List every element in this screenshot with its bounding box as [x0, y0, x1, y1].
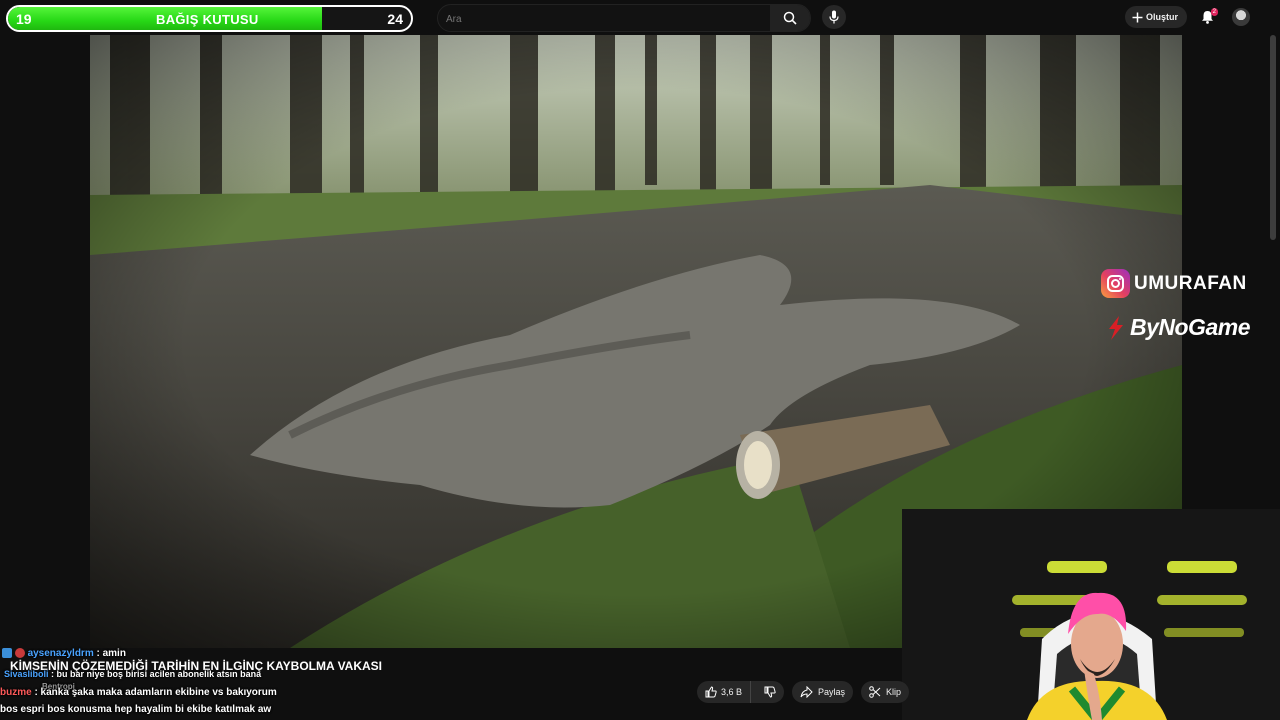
badge-icon [14, 648, 25, 659]
video-actions: 3,6 B Paylaş Klip [697, 681, 910, 703]
webcam-frame [902, 509, 1280, 720]
like-count: 3,6 B [721, 687, 743, 697]
create-button[interactable]: Oluştur [1125, 6, 1187, 28]
share-label: Paylaş [818, 687, 846, 697]
chat-username: aysenazyldrm [27, 648, 94, 659]
chat-text: : amin [96, 648, 126, 659]
donation-bar: 19 BAĞIŞ KUTUSU 24 [6, 5, 413, 32]
sponsor-name: ByNoGame [1130, 314, 1250, 340]
chat-message: Sivasliboli : bu bar niye boş birisi aci… [4, 669, 261, 679]
account-avatar[interactable] [1232, 8, 1250, 26]
create-label: Oluştur [1146, 12, 1179, 22]
streamer-webcam [902, 509, 1280, 720]
share-button[interactable]: Paylaş [792, 681, 854, 703]
instagram-overlay: UMURAFAN [1101, 269, 1247, 298]
chat-text: : bu bar niye boş birisi acilen abonelik… [51, 669, 262, 679]
notifications-button[interactable]: 2 [1196, 6, 1218, 28]
like-dislike-group: 3,6 B [697, 681, 785, 703]
search-icon [783, 11, 797, 25]
donation-current: 19 [16, 11, 32, 27]
share-icon [800, 686, 813, 698]
instagram-icon [1101, 269, 1130, 298]
sponsor-logo-icon [1109, 315, 1123, 340]
microphone-icon [829, 10, 839, 24]
clip-label: Klip [886, 687, 902, 697]
clip-button[interactable]: Klip [861, 681, 910, 703]
chat-message: aysenazyldrm : amin [2, 648, 126, 659]
page-scrollbar[interactable] [1270, 35, 1276, 240]
platform-icon [2, 648, 12, 659]
scissors-icon [869, 686, 881, 698]
chat-message: bos espri bos konusma hep hayalim bi eki… [0, 704, 271, 715]
sponsor-overlay: ByNoGame [1105, 314, 1250, 341]
search-button[interactable] [770, 5, 810, 31]
instagram-handle: UMURAFAN [1134, 272, 1247, 294]
donation-goal: 24 [387, 11, 403, 27]
chat-message: buzme : kanka şaka maka adamların ekibin… [0, 687, 277, 698]
chat-username: Sivasliboli [4, 669, 49, 679]
chat-text: : kanka şaka maka adamların ekibine vs b… [34, 687, 277, 698]
voice-search-button[interactable] [822, 5, 846, 29]
chat-username: buzme [0, 687, 32, 698]
thumbs-up-icon [705, 686, 717, 698]
dislike-button[interactable] [756, 681, 784, 703]
search-input[interactable] [446, 10, 766, 28]
search-box [437, 4, 811, 32]
like-button[interactable]: 3,6 B [697, 681, 752, 703]
chat-text: bos espri bos konusma hep hayalim bi eki… [0, 704, 272, 715]
thumbs-down-icon [764, 686, 776, 698]
donation-title: BAĞIŞ KUTUSU [156, 12, 259, 27]
plus-icon [1132, 12, 1143, 22]
notification-count-badge: 2 [1210, 8, 1218, 16]
